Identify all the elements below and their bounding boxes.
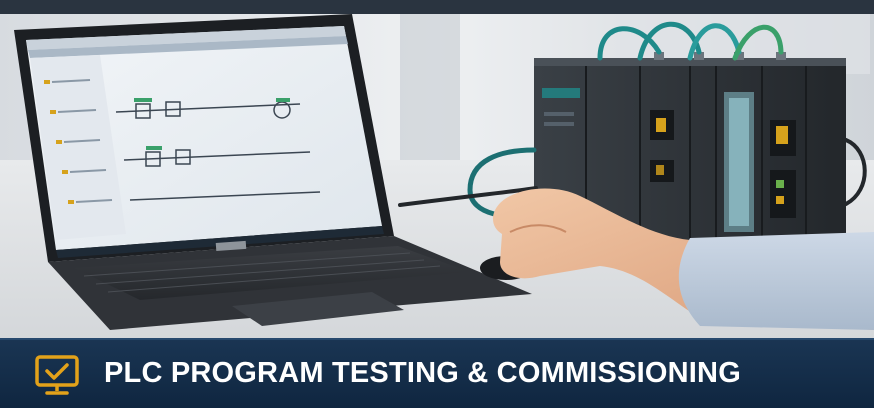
monitor-checkmark-icon: [35, 355, 79, 395]
title-banner: PLC PROGRAM TESTING & COMMISSIONING: [0, 338, 874, 408]
banner-title: PLC PROGRAM TESTING & COMMISSIONING: [104, 357, 741, 389]
scene-illustration: [0, 0, 874, 340]
